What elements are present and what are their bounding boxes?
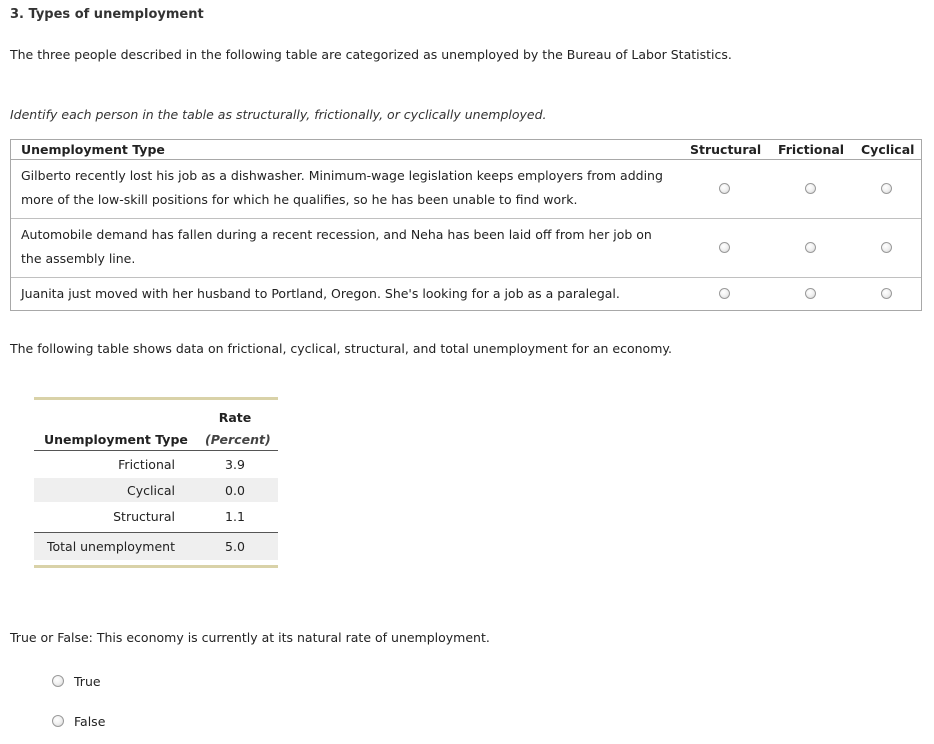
header-cyclical: Cyclical [861, 142, 915, 157]
total-label: Total unemployment [46, 539, 175, 554]
neha-structural-radio[interactable] [719, 242, 730, 253]
row-value-structural: 1.1 [225, 509, 245, 524]
row-value-frictional: 3.9 [225, 457, 245, 472]
gilberto-frictional-radio[interactable] [805, 183, 816, 194]
row-description: Automobile demand has fallen during a re… [21, 227, 652, 266]
row-label-structural: Structural [113, 509, 175, 524]
neha-cyclical-radio[interactable] [881, 242, 892, 253]
true-label[interactable]: True [74, 674, 101, 689]
rate-column-header: Rate [218, 410, 252, 425]
row-label-cyclical: Cyclical [127, 483, 175, 498]
rate-unit-header: (Percent) [205, 432, 271, 447]
juanita-frictional-radio[interactable] [805, 288, 816, 299]
row-value-cyclical: 0.0 [225, 483, 245, 498]
unemployment-data-table: Rate Unemployment Type (Percent) Frictio… [34, 397, 278, 570]
true-false-question: True or False: This economy is currently… [10, 630, 490, 645]
question-instruction: Identify each person in the table as str… [10, 107, 547, 122]
classification-row-neha: Automobile demand has fallen during a re… [11, 219, 921, 278]
false-label[interactable]: False [74, 714, 105, 729]
classification-table: Unemployment Type Structural Frictional … [10, 139, 922, 311]
header-unemployment-type: Unemployment Type [21, 142, 165, 157]
table-bottom-rule [34, 565, 278, 568]
table-top-rule [34, 397, 278, 400]
gilberto-structural-radio[interactable] [719, 183, 730, 194]
type-column-header: Unemployment Type [44, 432, 188, 447]
false-radio[interactable] [52, 715, 64, 727]
question-title: 3. Types of unemployment [10, 7, 204, 22]
classification-row-juanita: Juanita just moved with her husband to P… [11, 278, 921, 310]
header-structural: Structural [690, 142, 762, 157]
question-intro: The three people described in the follow… [10, 47, 732, 62]
neha-frictional-radio[interactable] [805, 242, 816, 253]
row-label-frictional: Frictional [118, 457, 175, 472]
true-radio[interactable] [52, 675, 64, 687]
total-value: 5.0 [225, 539, 245, 554]
classification-row-gilberto: Gilberto recently lost his job as a dish… [11, 160, 921, 219]
header-frictional: Frictional [778, 142, 845, 157]
juanita-cyclical-radio[interactable] [881, 288, 892, 299]
gilberto-cyclical-radio[interactable] [881, 183, 892, 194]
row-description: Juanita just moved with her husband to P… [21, 286, 620, 301]
classification-header-row: Unemployment Type Structural Frictional … [11, 140, 921, 160]
row-description: Gilberto recently lost his job as a dish… [21, 168, 663, 207]
juanita-structural-radio[interactable] [719, 288, 730, 299]
data-table-intro: The following table shows data on fricti… [10, 341, 672, 356]
header-rule [34, 450, 278, 451]
